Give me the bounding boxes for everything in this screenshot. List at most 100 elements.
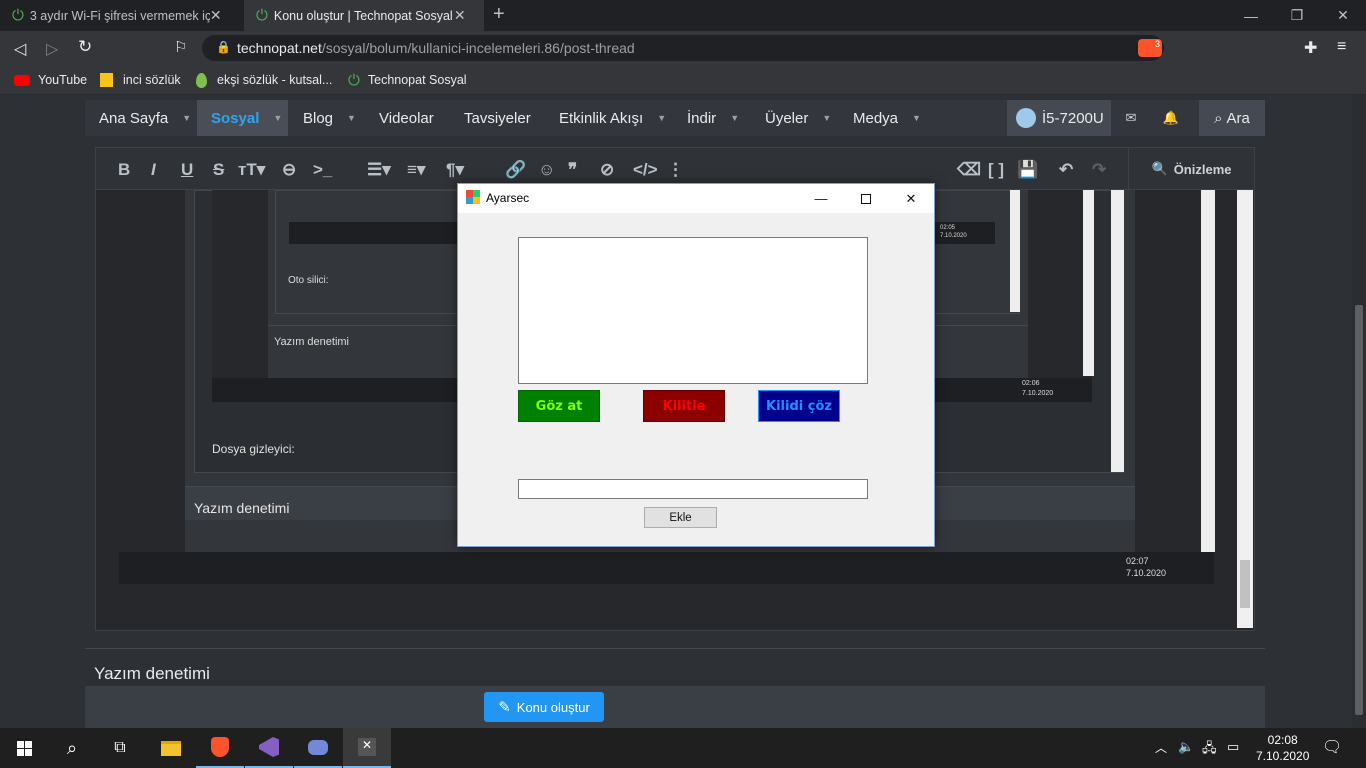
- search-icon[interactable]: ⌕: [48, 728, 96, 768]
- undo-icon[interactable]: ↶: [1059, 160, 1073, 180]
- path-textbox[interactable]: [518, 479, 868, 499]
- close-icon[interactable]: ✕: [454, 7, 466, 24]
- save-icon[interactable]: 💾: [1017, 160, 1038, 180]
- nav-tavsiyeler[interactable]: Tavsiyeler: [464, 100, 531, 136]
- smiley-icon[interactable]: ☺: [538, 160, 555, 180]
- bookmark-youtube[interactable]: YouTube: [14, 65, 87, 95]
- bold-icon[interactable]: B: [118, 160, 130, 180]
- clock-time: 02:05: [940, 225, 956, 231]
- bookmark-eksi[interactable]: ekşi sözlük - kutsal...: [196, 65, 332, 95]
- chevron-down-icon[interactable]: ▼: [347, 113, 356, 123]
- ekle-button[interactable]: Ekle: [644, 507, 717, 528]
- font-size-icon[interactable]: тT▾: [238, 160, 265, 180]
- bookmark-label: inci sözlük: [123, 73, 181, 87]
- reload-icon[interactable]: ↻: [78, 37, 92, 57]
- file-explorer-icon[interactable]: [147, 728, 195, 768]
- user-menu[interactable]: İ5-7200U: [1007, 100, 1111, 136]
- close-icon[interactable]: ✕: [210, 7, 222, 24]
- list-icon[interactable]: ☰▾: [367, 160, 391, 180]
- scrollbar-thumb[interactable]: [1355, 305, 1363, 715]
- close-icon[interactable]: ✕: [888, 184, 934, 213]
- forward-icon[interactable]: ▷: [46, 39, 58, 59]
- preview-icon: 🔍: [1151, 161, 1168, 176]
- brave-shield-icon[interactable]: 3: [1138, 39, 1162, 57]
- avatar: [1016, 108, 1036, 128]
- chevron-down-icon[interactable]: ▼: [273, 113, 282, 123]
- italic-icon[interactable]: I: [151, 160, 156, 180]
- eraser-icon[interactable]: ⌫: [957, 160, 981, 180]
- more-icon[interactable]: ⋮: [667, 160, 684, 180]
- bell-icon[interactable]: 🔔: [1151, 100, 1191, 136]
- spoiler-icon[interactable]: ⊘: [600, 160, 614, 180]
- nav-label: Videolar: [379, 109, 434, 127]
- url-text[interactable]: technopat.net/sosyal/bolum/kullanici-inc…: [237, 40, 635, 56]
- nav-sosyal[interactable]: Sosyal ▼: [197, 100, 288, 136]
- redo-icon[interactable]: ↷: [1092, 160, 1106, 180]
- chevron-down-icon[interactable]: ▼: [657, 113, 666, 123]
- nav-ana-sayfa[interactable]: Ana Sayfa ▼: [99, 100, 191, 136]
- maximize-icon[interactable]: [843, 184, 889, 213]
- goz-at-button[interactable]: Göz at: [518, 390, 600, 422]
- bbcode-icon[interactable]: [ ]: [988, 160, 1004, 180]
- file-list[interactable]: [518, 237, 868, 384]
- konu-olustur-button[interactable]: ✎ Konu oluştur: [484, 692, 604, 722]
- bookmark-icon[interactable]: ⚐: [174, 38, 187, 56]
- close-window-icon[interactable]: ✕: [1320, 0, 1366, 31]
- nav-uyeler[interactable]: Üyeler ▼: [765, 100, 831, 136]
- kilidi-coz-button[interactable]: Kilidi çöz: [758, 390, 840, 422]
- minimize-icon[interactable]: —: [798, 184, 844, 213]
- tray-chevron-icon[interactable]: ︿: [1155, 739, 1167, 756]
- bookmark-label: YouTube: [38, 73, 88, 87]
- strikethrough-icon[interactable]: S: [213, 160, 224, 180]
- start-icon[interactable]: [0, 728, 48, 768]
- chevron-down-icon[interactable]: ▼: [730, 113, 739, 123]
- link-style-icon[interactable]: ⊖: [282, 160, 296, 180]
- nav-videolar[interactable]: Videolar: [379, 100, 434, 136]
- kilitle-button[interactable]: Kilitle: [643, 390, 725, 422]
- konu-label: Konu oluştur: [516, 699, 590, 715]
- network-icon[interactable]: 🖧: [1202, 739, 1217, 761]
- minimize-icon[interactable]: —: [1228, 0, 1274, 31]
- chevron-down-icon[interactable]: ▼: [912, 113, 921, 123]
- extensions-icon[interactable]: ✚: [1304, 38, 1317, 58]
- discord-icon[interactable]: [294, 728, 342, 768]
- mail-icon[interactable]: ✉: [1111, 100, 1151, 136]
- system-clock[interactable]: 02:08 7.10.2020: [1256, 732, 1309, 764]
- tab-konu[interactable]: ⏻ Konu oluştur | Technopat Sosyal ✕: [244, 0, 484, 31]
- chevron-down-icon[interactable]: ▼: [182, 113, 191, 123]
- back-icon[interactable]: ◁: [14, 39, 26, 59]
- nav-blog[interactable]: Blog ▼: [303, 100, 356, 136]
- chevron-down-icon[interactable]: ▼: [822, 113, 831, 123]
- code-inline-icon[interactable]: >_: [313, 160, 332, 180]
- code-icon[interactable]: </>: [633, 160, 658, 180]
- nav-indir[interactable]: İndir ▼: [687, 100, 739, 136]
- align-icon[interactable]: ≡▾: [407, 160, 425, 180]
- page-scrollbar[interactable]: [1352, 95, 1366, 728]
- notification-icon[interactable]: 🗨: [1322, 737, 1342, 757]
- tab-wifi[interactable]: ⏻ 3 aydır Wi-Fi şifresi vermemek için ✕: [0, 0, 244, 31]
- paragraph-icon[interactable]: ¶▾: [446, 160, 464, 180]
- url-path: /sosyal/bolum/kullanici-incelemeleri.86/…: [321, 40, 635, 56]
- restore-icon[interactable]: ❐: [1274, 0, 1320, 31]
- lock-icon: 🔒: [216, 40, 231, 54]
- bookmark-inci[interactable]: inci sözlük: [100, 65, 181, 95]
- brave-icon[interactable]: [196, 728, 244, 768]
- new-tab-button[interactable]: +: [493, 3, 505, 26]
- nav-medya[interactable]: Medya ▼: [853, 100, 921, 136]
- nav-etkinlik[interactable]: Etkinlik Akışı ▼: [559, 100, 666, 136]
- underline-icon[interactable]: U: [181, 160, 193, 180]
- menu-icon[interactable]: ≡: [1337, 38, 1346, 56]
- keyboard-icon[interactable]: ▭: [1227, 739, 1239, 755]
- volume-icon[interactable]: 🔈: [1178, 739, 1194, 755]
- bookmark-label: Technopat Sosyal: [367, 73, 467, 87]
- quote-icon[interactable]: ❞: [568, 160, 577, 180]
- preview-button[interactable]: 🔍 Önizleme: [1128, 148, 1254, 190]
- bookmark-technopat[interactable]: ⏻ Technopat Sosyal: [348, 65, 467, 95]
- search-button[interactable]: ⌕ Ara: [1199, 100, 1265, 136]
- editor-scrollbar[interactable]: [1237, 190, 1253, 628]
- app-running-icon[interactable]: ✕: [343, 728, 391, 768]
- scrollbar-thumb[interactable]: [1240, 560, 1250, 608]
- visual-studio-icon[interactable]: [245, 728, 293, 768]
- link-icon[interactable]: 🔗: [505, 160, 526, 180]
- task-view-icon[interactable]: ⧉: [96, 728, 144, 768]
